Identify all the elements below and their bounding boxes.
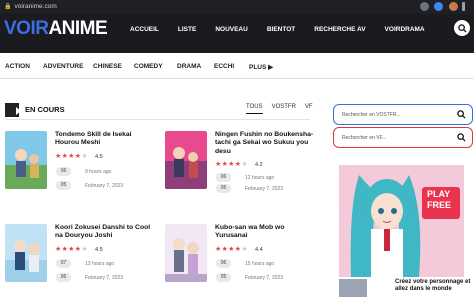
rating-stars: ★★★★★ bbox=[55, 246, 88, 253]
episode-time: 12 hours ago bbox=[245, 175, 275, 181]
address-bar[interactable]: 🔒 voiranime.com bbox=[4, 2, 444, 12]
episode-badge[interactable]: 06 bbox=[216, 173, 231, 182]
episode-date: February 7, 2023 bbox=[245, 275, 284, 281]
header-search-button[interactable] bbox=[454, 20, 470, 36]
genre-ecchi[interactable]: ECCHI bbox=[214, 63, 234, 70]
anime-poster[interactable] bbox=[165, 224, 207, 282]
episode-date: February 7, 2023 bbox=[245, 186, 284, 192]
search-icon[interactable] bbox=[457, 133, 466, 142]
section-divider bbox=[5, 119, 310, 120]
site-header: VOIRANIME ACCUEIL LISTE NOUVEAU BIENTOT … bbox=[0, 14, 474, 53]
anime-title[interactable]: Koori Zokusei Danshi to Cool na Douryou … bbox=[55, 224, 155, 241]
tab-vostfr[interactable]: VOSTFR bbox=[272, 104, 296, 114]
episode-badge[interactable]: 06 bbox=[56, 167, 71, 176]
promo-item[interactable]: Créez votre personnage et allez dans le … bbox=[337, 277, 474, 297]
anime-title[interactable]: Tondemo Skill de Isekai Hourou Meshi bbox=[55, 131, 155, 148]
url-text: voiranime.com bbox=[14, 3, 57, 10]
profile-icon[interactable] bbox=[449, 2, 458, 11]
ad-free-text: FREE bbox=[427, 200, 452, 210]
episode-badge[interactable]: 05 bbox=[56, 181, 71, 190]
google-icon[interactable] bbox=[434, 2, 443, 11]
genre-bar: ACTION ADVENTURE CHINESE COMEDY DRAMA EC… bbox=[0, 55, 474, 79]
episode-time: 15 hours ago bbox=[245, 261, 275, 267]
ad-illustration bbox=[339, 165, 464, 277]
anime-card[interactable]: Koori Zokusei Danshi to Cool na Douryou … bbox=[5, 224, 155, 286]
tab-tous[interactable]: TOUS bbox=[246, 104, 263, 114]
genre-adventure[interactable]: ADVENTURE bbox=[43, 63, 83, 70]
rating-stars: ★★★★★ bbox=[215, 161, 248, 168]
genre-chinese[interactable]: CHINESE bbox=[93, 63, 122, 70]
nav-bientot[interactable]: BIENTOT bbox=[267, 26, 295, 33]
menu-dots-icon[interactable] bbox=[462, 2, 465, 11]
rating-value: 4.5 bbox=[95, 154, 103, 160]
genre-drama[interactable]: DRAMA bbox=[177, 63, 201, 70]
search-vf-input[interactable]: Rechercher en VF... bbox=[342, 135, 386, 141]
nav-nouveau[interactable]: NOUVEAU bbox=[215, 26, 248, 33]
rating-stars: ★★★★★ bbox=[215, 246, 248, 253]
anime-poster[interactable] bbox=[165, 131, 207, 189]
promo-thumbnail[interactable] bbox=[339, 279, 367, 297]
ad-play-text: PLAY bbox=[427, 189, 451, 199]
rating-value: 4.5 bbox=[95, 247, 103, 253]
episode-badge[interactable]: 06 bbox=[216, 259, 231, 268]
anime-poster[interactable] bbox=[5, 224, 47, 282]
section-tabs: TOUS VOSTFR VF bbox=[246, 104, 313, 114]
episode-date: February 7, 2023 bbox=[85, 275, 124, 281]
rating-stars: ★★★★★ bbox=[55, 153, 88, 160]
search-icon[interactable] bbox=[457, 110, 466, 119]
logo-anime: ANIME bbox=[48, 18, 108, 39]
logo-voir: VOIR bbox=[4, 18, 49, 39]
genre-plus[interactable]: PLUS ▶ bbox=[249, 63, 273, 71]
extension-icon[interactable] bbox=[420, 2, 429, 11]
search-vostfr-input[interactable]: Rechercher en VOSTFR... bbox=[342, 112, 401, 118]
genre-comedy[interactable]: COMEDY bbox=[134, 63, 163, 70]
search-vostfr-box[interactable]: Rechercher en VOSTFR... bbox=[333, 104, 473, 125]
browser-bar: 🔒 voiranime.com bbox=[0, 0, 474, 14]
rating-value: 4.2 bbox=[255, 162, 263, 168]
anime-title[interactable]: Ningen Fushin no Boukensha-tachi ga Seka… bbox=[215, 131, 315, 156]
episode-badge[interactable]: 07 bbox=[56, 259, 71, 268]
tab-vf[interactable]: VF bbox=[305, 104, 313, 114]
anime-card[interactable]: Ningen Fushin no Boukensha-tachi ga Seka… bbox=[165, 131, 315, 193]
section-icon bbox=[5, 103, 21, 117]
anime-card[interactable]: Tondemo Skill de Isekai Hourou Meshi ★★★… bbox=[5, 131, 155, 193]
anime-title[interactable]: Kubo-san wa Mob wo Yurusanai bbox=[215, 224, 315, 241]
episode-badge[interactable]: 05 bbox=[216, 184, 231, 193]
genre-action[interactable]: ACTION bbox=[5, 63, 30, 70]
section-title: EN COURS bbox=[25, 105, 65, 114]
episode-time: 9 hours ago bbox=[85, 169, 112, 175]
chevron-right-icon: ▶ bbox=[268, 64, 274, 71]
nav-voirdrama[interactable]: VOIRDRAMA bbox=[385, 26, 425, 33]
episode-date: February 7, 2023 bbox=[85, 183, 124, 189]
nav-liste[interactable]: LISTE bbox=[178, 26, 196, 33]
episode-badge[interactable]: 06 bbox=[56, 273, 71, 282]
nav-recherche-av[interactable]: RECHERCHE AV bbox=[314, 26, 365, 33]
lock-icon: 🔒 bbox=[4, 4, 12, 10]
episode-badge[interactable]: 05 bbox=[216, 273, 231, 282]
anime-poster[interactable] bbox=[5, 131, 47, 189]
promo-text[interactable]: Créez votre personnage et allez dans le … bbox=[395, 279, 474, 293]
rating-value: 4.4 bbox=[255, 247, 263, 253]
main-nav: ACCUEIL LISTE NOUVEAU BIENTOT RECHERCHE … bbox=[130, 26, 444, 33]
search-vf-box[interactable]: Rechercher en VF... bbox=[333, 127, 473, 148]
search-icon bbox=[457, 23, 467, 33]
episode-time: 13 hours ago bbox=[85, 261, 115, 267]
site-logo[interactable]: VOIRANIME bbox=[4, 18, 108, 40]
nav-accueil[interactable]: ACCUEIL bbox=[130, 26, 159, 33]
advertisement-banner[interactable]: PLAY FREE bbox=[339, 165, 464, 277]
genre-plus-label: PLUS bbox=[249, 64, 267, 71]
anime-card[interactable]: Kubo-san wa Mob wo Yurusanai ★★★★★ 4.4 0… bbox=[165, 224, 315, 286]
